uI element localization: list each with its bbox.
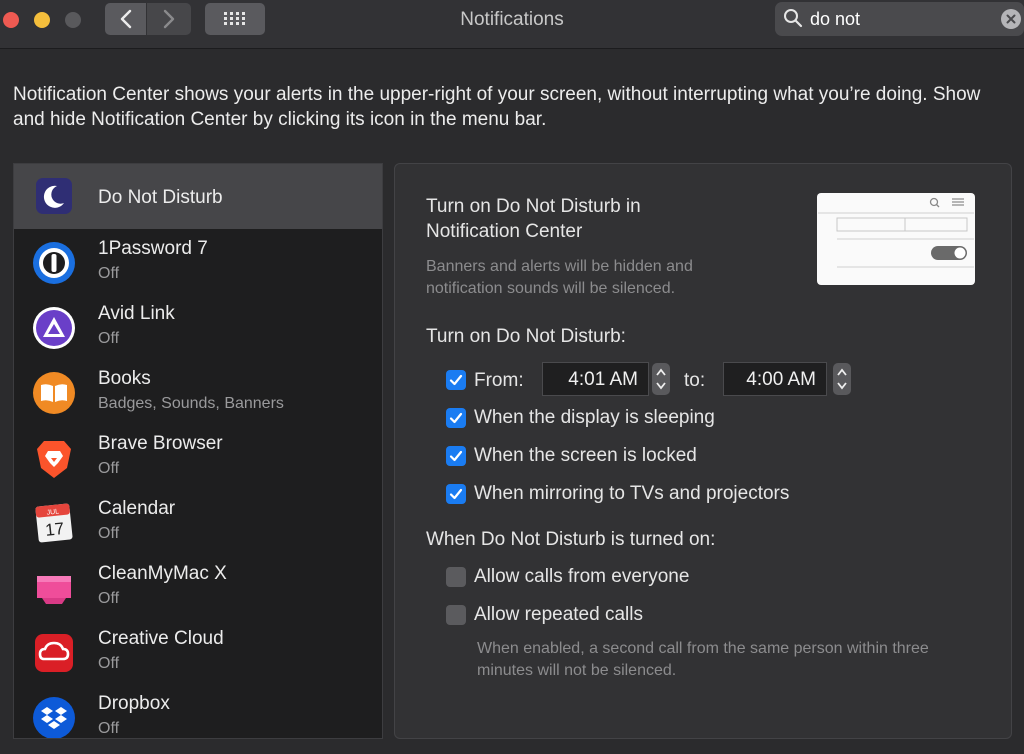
dropbox-icon bbox=[33, 697, 75, 738]
app-status: Off bbox=[98, 330, 120, 347]
app-name: Dropbox bbox=[98, 693, 170, 714]
app-status: Off bbox=[98, 590, 120, 607]
dnd-heading: Turn on Do Not Disturb in Notification C… bbox=[426, 196, 641, 242]
mirroring-checkbox[interactable] bbox=[446, 484, 466, 504]
screen-locked-label[interactable]: When the screen is locked bbox=[474, 445, 697, 467]
screen-locked-checkbox[interactable] bbox=[446, 446, 466, 466]
list-item-1password[interactable]: 1Password 7 Off bbox=[14, 229, 382, 294]
app-name: Creative Cloud bbox=[98, 628, 224, 649]
list-item-calendar[interactable]: JUL 17 Calendar Off bbox=[14, 489, 382, 554]
creative-cloud-icon bbox=[35, 634, 73, 672]
app-status: Off bbox=[98, 460, 120, 477]
list-item-cleanmymac-x[interactable]: CleanMyMac X Off bbox=[14, 554, 382, 619]
to-time-stepper[interactable] bbox=[833, 363, 851, 395]
app-name: Calendar bbox=[98, 498, 176, 519]
checkmark-icon bbox=[449, 488, 463, 500]
calendar-month: JUL bbox=[46, 508, 59, 516]
repeated-calls-description: When enabled, a second call from the sam… bbox=[477, 640, 929, 679]
app-name: Avid Link bbox=[98, 303, 175, 324]
search-icon bbox=[784, 9, 803, 28]
clear-search-button[interactable] bbox=[1001, 9, 1021, 29]
books-icon bbox=[33, 372, 75, 414]
list-item-dropbox[interactable]: Dropbox Off bbox=[14, 684, 382, 738]
allow-repeated-calls-label[interactable]: Allow repeated calls bbox=[474, 604, 643, 626]
checkmark-icon bbox=[449, 450, 463, 462]
calendar-day: 17 bbox=[44, 519, 65, 540]
notification-center-preview bbox=[817, 193, 975, 285]
search-field[interactable] bbox=[775, 2, 1024, 36]
do-not-disturb-panel: Turn on Do Not Disturb in Notification C… bbox=[394, 163, 1012, 739]
app-status: Off bbox=[98, 655, 120, 672]
app-status: Off bbox=[98, 720, 120, 737]
display-sleeping-checkbox[interactable] bbox=[446, 408, 466, 428]
from-time-stepper[interactable] bbox=[652, 363, 670, 395]
app-status: Off bbox=[98, 265, 120, 282]
stepper-arrows-icon bbox=[656, 368, 666, 390]
checkmark-icon bbox=[449, 412, 463, 424]
app-status: Badges, Sounds, Banners bbox=[98, 395, 284, 412]
app-name: CleanMyMac X bbox=[98, 563, 227, 584]
app-status: Off bbox=[98, 525, 120, 542]
list-item-creative-cloud[interactable]: Creative Cloud Off bbox=[14, 619, 382, 684]
list-item-avid-link[interactable]: Avid Link Off bbox=[14, 294, 382, 359]
from-label: From: bbox=[474, 370, 524, 391]
preview-list-icon bbox=[952, 198, 964, 206]
from-time-field[interactable]: 4:01 AM bbox=[542, 362, 649, 396]
from-checkbox[interactable] bbox=[446, 370, 466, 390]
list-item-do-not-disturb[interactable]: Do Not Disturb bbox=[14, 164, 382, 229]
avid-link-icon bbox=[33, 307, 75, 349]
moon-icon bbox=[36, 178, 72, 214]
1password-icon bbox=[33, 242, 75, 284]
app-name: Brave Browser bbox=[98, 433, 223, 454]
cleanmymac-icon bbox=[37, 576, 71, 604]
to-time-field[interactable]: 4:00 AM bbox=[723, 362, 827, 396]
app-name: Do Not Disturb bbox=[98, 187, 223, 208]
dnd-heading-description: Banners and alerts will be hidden and no… bbox=[426, 258, 693, 297]
app-name: Books bbox=[98, 368, 151, 389]
allow-calls-everyone-label[interactable]: Allow calls from everyone bbox=[474, 566, 689, 588]
allow-calls-everyone-checkbox[interactable] bbox=[446, 567, 466, 587]
calendar-icon: JUL 17 bbox=[35, 503, 73, 543]
list-item-books[interactable]: Books Badges, Sounds, Banners bbox=[14, 359, 382, 424]
intro-text: Notification Center shows your alerts in… bbox=[13, 84, 981, 130]
app-name: 1Password 7 bbox=[98, 238, 208, 259]
stepper-arrows-icon bbox=[837, 368, 847, 390]
mirroring-label[interactable]: When mirroring to TVs and projectors bbox=[474, 483, 789, 505]
close-icon bbox=[1006, 14, 1016, 24]
search-input[interactable] bbox=[810, 5, 980, 33]
app-list[interactable]: Do Not Disturb 1Password 7 Off Avid Link… bbox=[13, 163, 383, 739]
to-label: to: bbox=[684, 370, 706, 391]
display-sleeping-label[interactable]: When the display is sleeping bbox=[474, 407, 715, 429]
schedule-label: Turn on Do Not Disturb: bbox=[426, 326, 626, 347]
title-bar: Notifications bbox=[0, 0, 1024, 49]
brave-lion-icon bbox=[37, 441, 71, 478]
list-item-brave-browser[interactable]: Brave Browser Off bbox=[14, 424, 382, 489]
allow-repeated-calls-checkbox[interactable] bbox=[446, 605, 466, 625]
preview-search-icon bbox=[929, 197, 940, 208]
checkmark-icon bbox=[449, 374, 463, 386]
when-on-label: When Do Not Disturb is turned on: bbox=[426, 529, 716, 550]
